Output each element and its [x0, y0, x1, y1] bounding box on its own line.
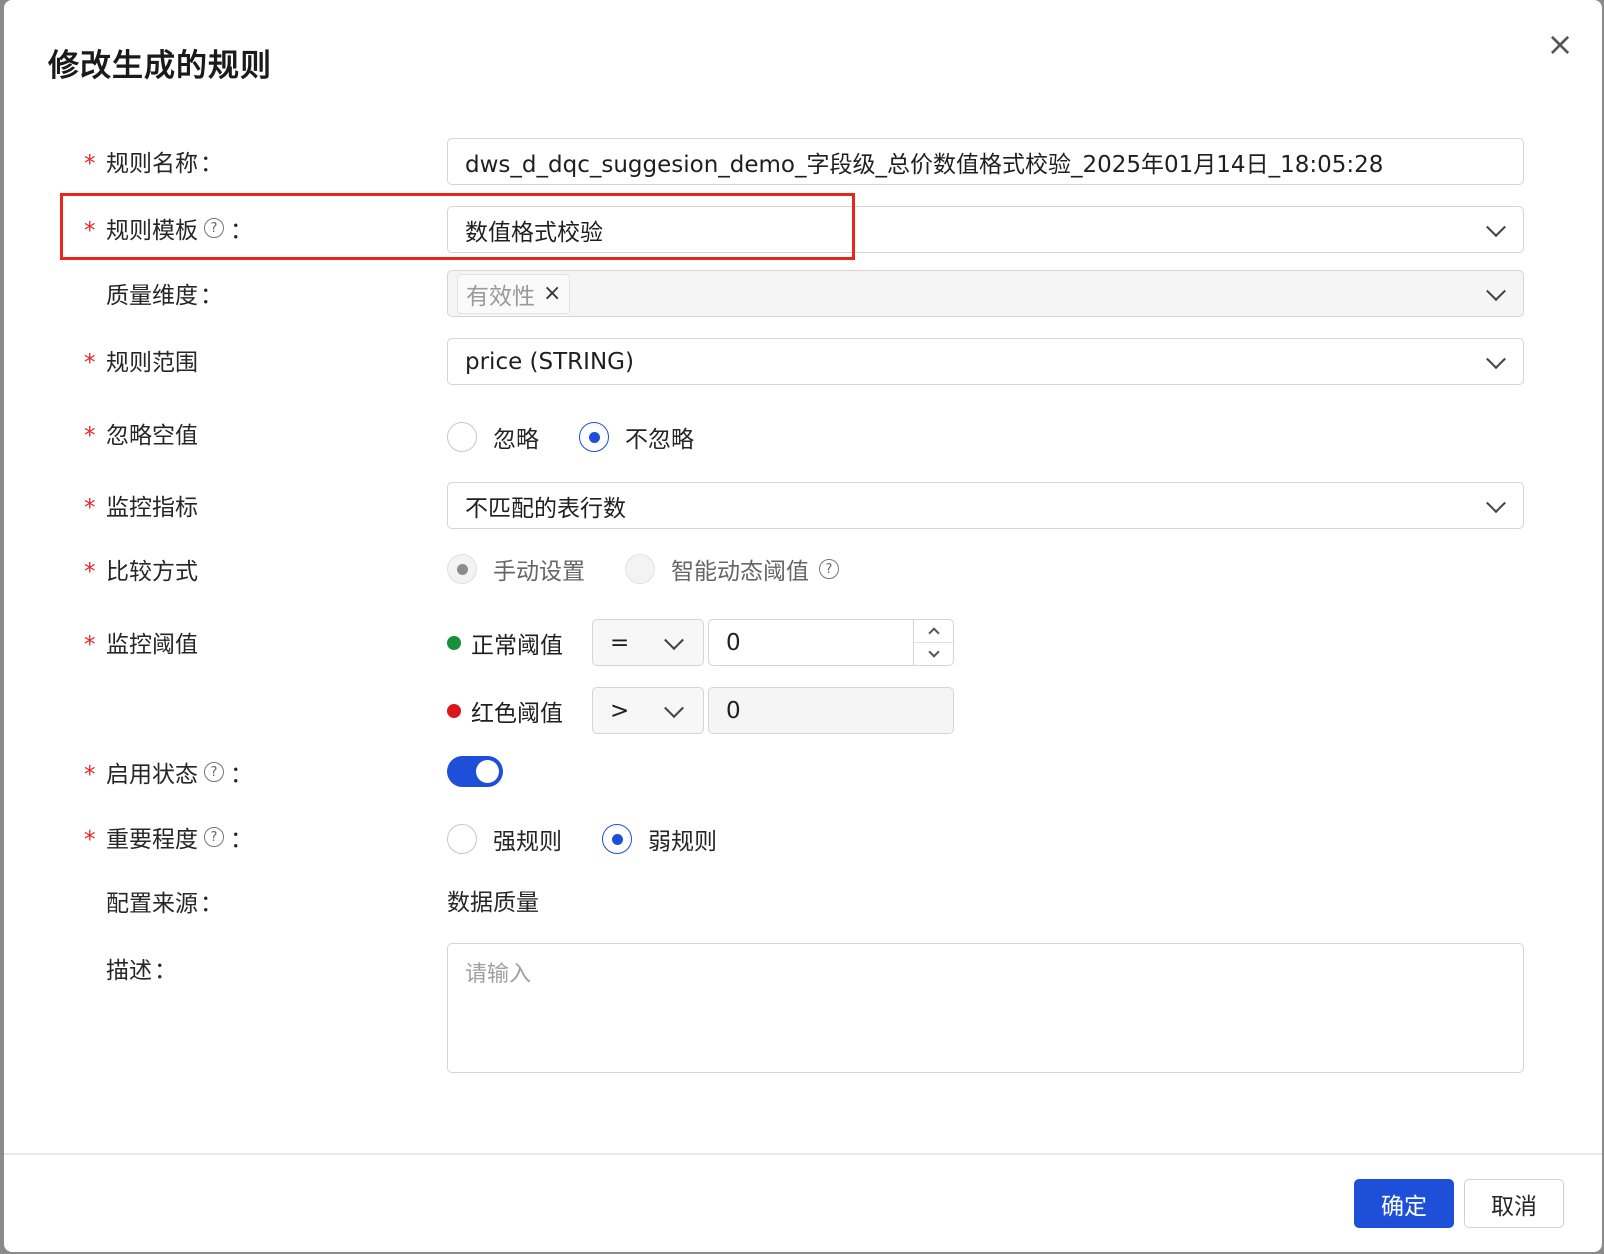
- ignore-null-radio-group: 忽略 不忽略: [447, 420, 734, 454]
- required-mark: *: [84, 350, 96, 376]
- required-mark: *: [84, 762, 96, 788]
- description-textarea[interactable]: 请输入: [447, 943, 1524, 1073]
- rule-scope-select[interactable]: price (STRING): [447, 338, 1524, 385]
- footer-divider: [4, 1153, 1602, 1155]
- chevron-down-icon: [664, 697, 684, 718]
- red-dot-icon: [447, 703, 461, 718]
- radio-strong-rule[interactable]: [447, 824, 477, 854]
- monitor-metric-label: * 监控指标: [84, 490, 198, 521]
- number-stepper: [913, 620, 953, 665]
- importance-label: * 重要程度 ? ：: [84, 822, 253, 853]
- radio-ignore[interactable]: [447, 422, 477, 452]
- dimension-tag: 有效性 ×: [457, 273, 571, 314]
- required-mark: *: [84, 495, 96, 521]
- radio-manual[interactable]: [447, 554, 477, 584]
- chevron-down-icon: [664, 629, 684, 650]
- ignore-null-label: * 忽略空值: [84, 418, 198, 449]
- tag-remove-icon[interactable]: ×: [543, 281, 561, 306]
- config-source-value: 数据质量: [447, 890, 539, 916]
- help-icon[interactable]: ?: [204, 762, 224, 782]
- normal-threshold-label: 正常阈值: [447, 619, 563, 666]
- quality-dimension-select[interactable]: 有效性 ×: [447, 270, 1524, 317]
- radio-smart-threshold[interactable]: [625, 554, 655, 584]
- importance-radio-group: 强规则 弱规则: [447, 822, 757, 856]
- chevron-down-icon: [927, 646, 940, 658]
- rule-scope-label: * 规则范围: [84, 345, 198, 376]
- chevron-down-icon: [1486, 280, 1506, 301]
- required-mark: *: [84, 151, 96, 177]
- chevron-down-icon: [1486, 492, 1506, 513]
- red-threshold-label: 红色阈值: [447, 687, 563, 734]
- edit-rule-dialog: 修改生成的规则 × * 规则名称： dws_d_dqc_suggesion_de…: [4, 0, 1602, 1252]
- required-mark: *: [84, 632, 96, 658]
- description-label: 描述：: [106, 958, 177, 984]
- cancel-button[interactable]: 取消: [1464, 1179, 1564, 1228]
- close-icon[interactable]: ×: [1542, 26, 1578, 62]
- normal-threshold-input[interactable]: 0: [708, 619, 954, 666]
- enabled-label: * 启用状态 ? ：: [84, 757, 253, 788]
- required-mark: *: [84, 218, 96, 244]
- rule-template-label: * 规则模板 ? ：: [84, 213, 253, 244]
- radio-not-ignore[interactable]: [579, 422, 609, 452]
- required-mark: *: [84, 423, 96, 449]
- red-threshold-input[interactable]: 0: [708, 687, 954, 734]
- compare-mode-label: * 比较方式: [84, 554, 198, 585]
- help-icon[interactable]: ?: [204, 827, 224, 847]
- monitor-metric-select[interactable]: 不匹配的表行数: [447, 482, 1524, 529]
- help-icon[interactable]: ?: [204, 218, 224, 238]
- enabled-toggle[interactable]: [447, 756, 503, 787]
- rule-name-input[interactable]: dws_d_dqc_suggesion_demo_字段级_总价数值格式校验_20…: [447, 138, 1524, 185]
- rule-template-select[interactable]: 数值格式校验: [447, 206, 1524, 253]
- green-dot-icon: [447, 635, 461, 650]
- quality-dimension-label: 质量维度：: [106, 283, 223, 309]
- decrement-button[interactable]: [914, 642, 953, 665]
- chevron-up-icon: [927, 627, 940, 639]
- rule-name-label: * 规则名称：: [84, 146, 223, 177]
- red-operator-select[interactable]: >: [592, 687, 704, 734]
- radio-weak-rule[interactable]: [602, 824, 632, 854]
- increment-button[interactable]: [914, 620, 953, 642]
- confirm-button[interactable]: 确定: [1354, 1179, 1454, 1228]
- required-mark: *: [84, 559, 96, 585]
- config-source-label: 配置来源：: [106, 891, 223, 917]
- help-icon[interactable]: ?: [819, 559, 839, 579]
- required-mark: *: [84, 827, 96, 853]
- compare-mode-radio-group: 手动设置 智能动态阈值 ?: [447, 552, 843, 586]
- chevron-down-icon: [1486, 348, 1506, 369]
- dialog-title: 修改生成的规则: [48, 48, 272, 84]
- threshold-label: * 监控阈值: [84, 627, 198, 658]
- chevron-down-icon: [1486, 216, 1506, 237]
- normal-operator-select[interactable]: =: [592, 619, 704, 666]
